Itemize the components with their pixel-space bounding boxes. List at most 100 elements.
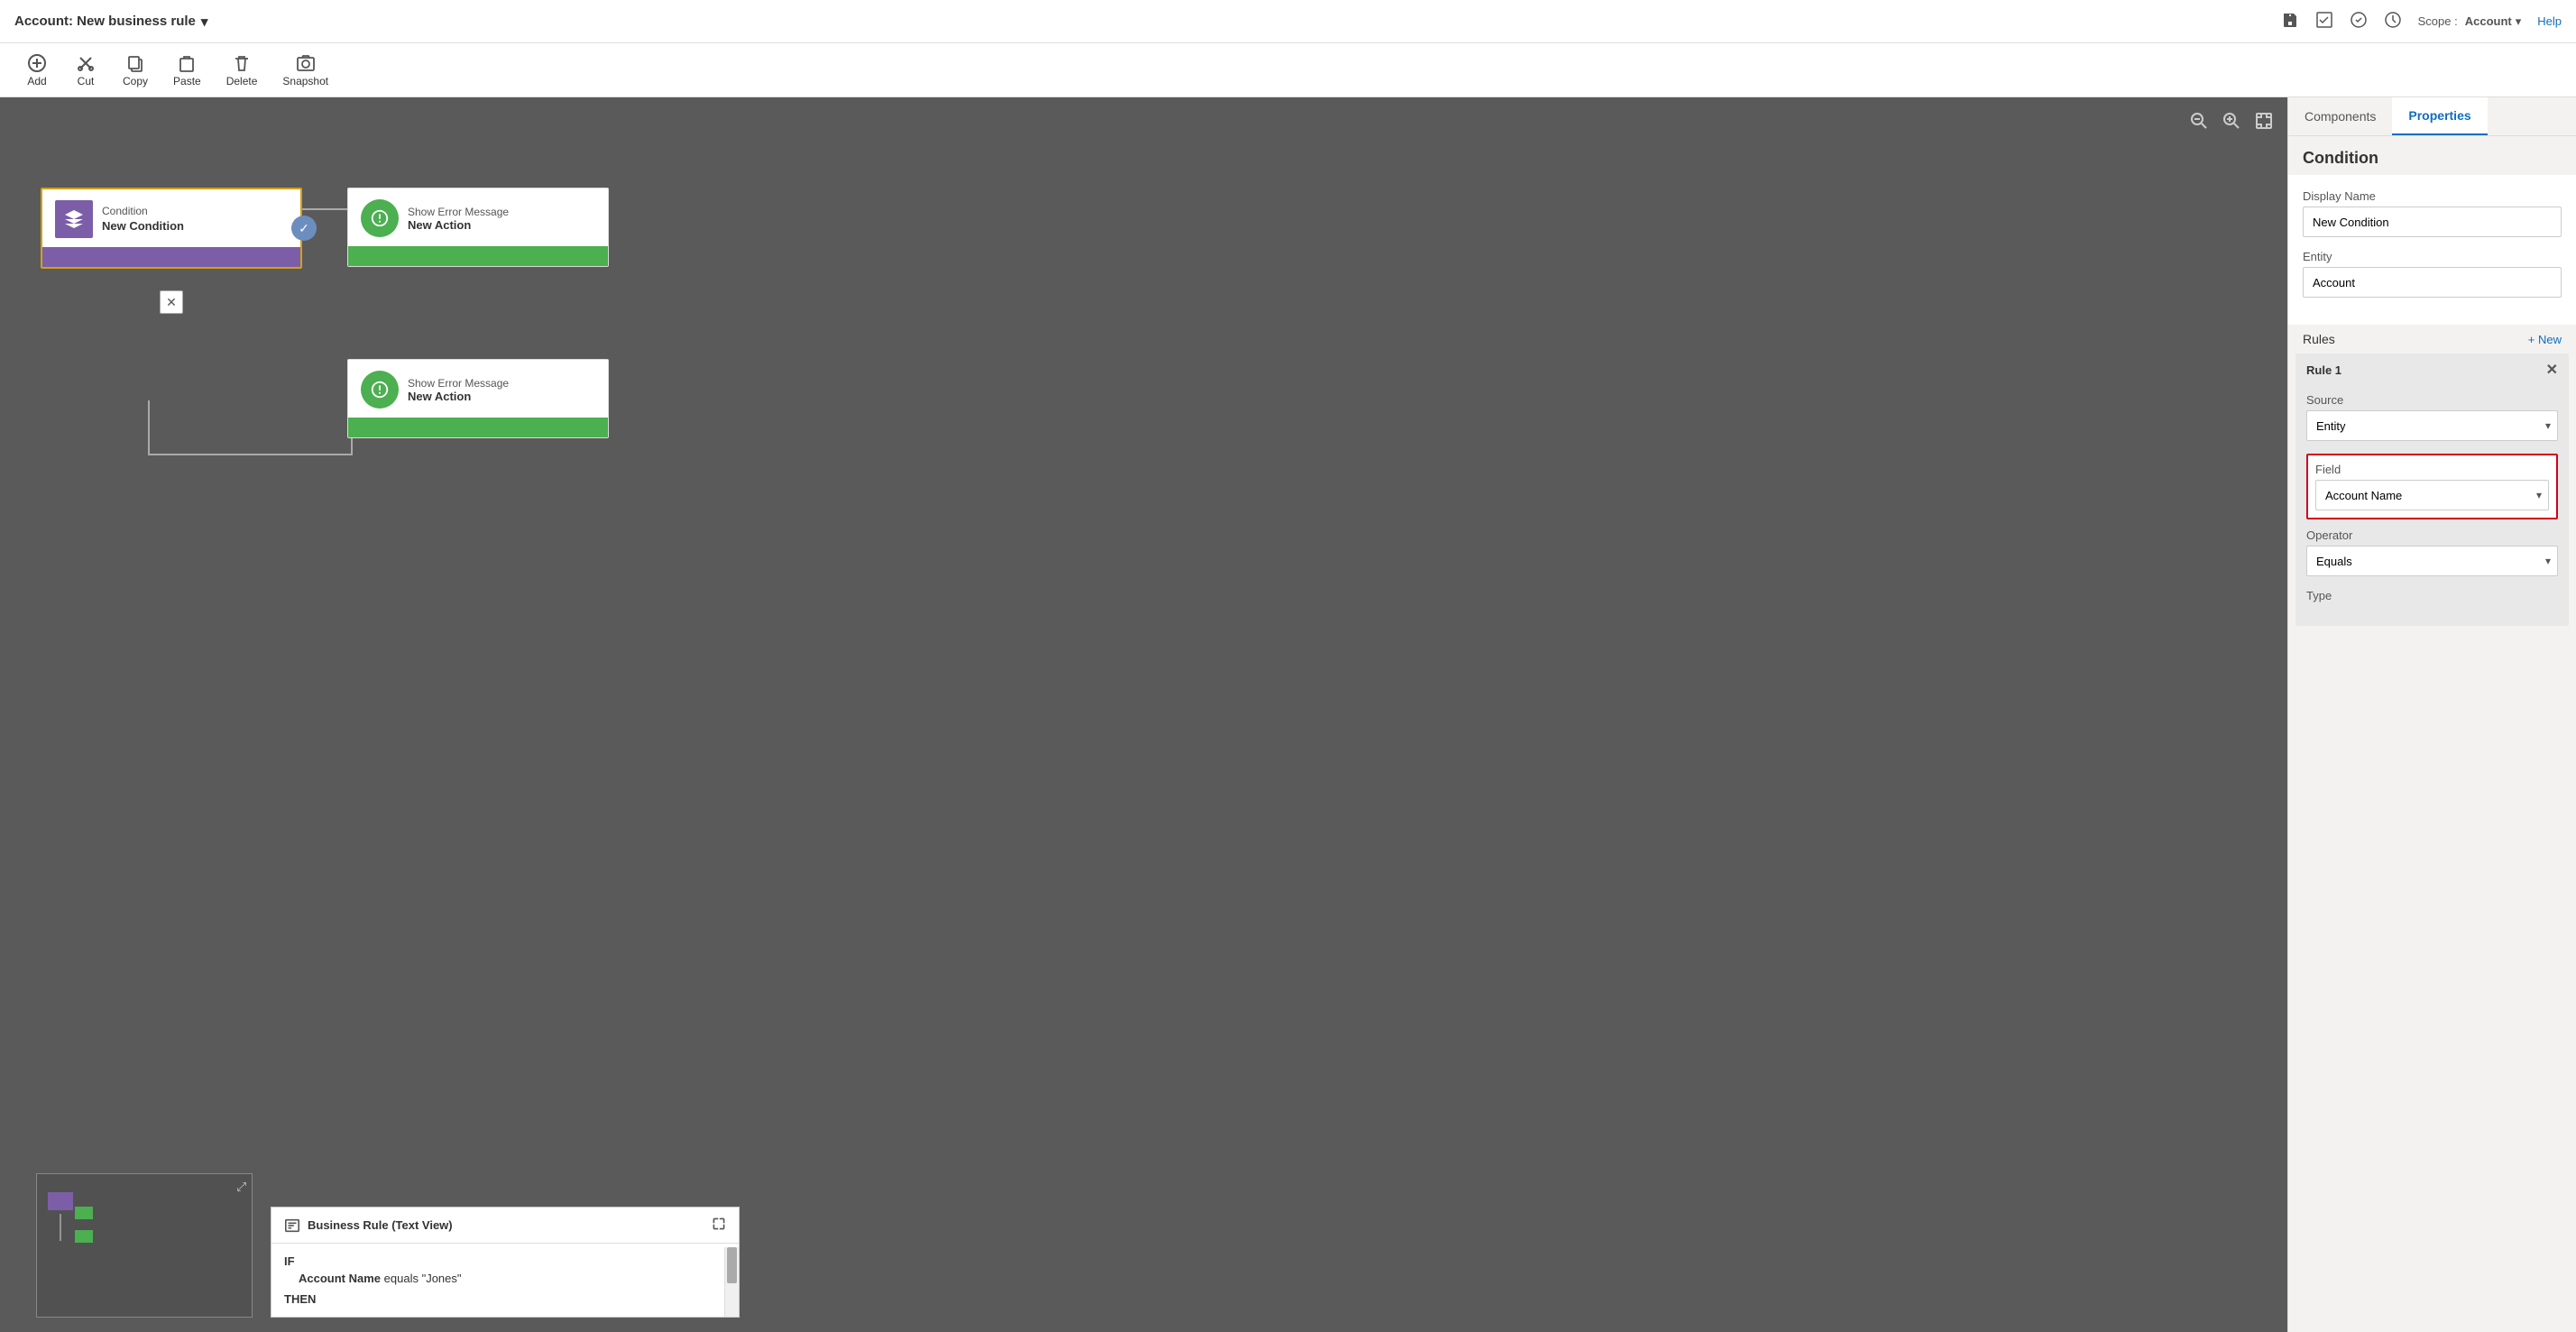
text-view-title: Business Rule (Text View) [308,1218,453,1232]
action-type-2: Show Error Message [408,377,509,390]
right-panel: Components Properties Condition Display … [2287,97,2576,1332]
condition-node[interactable]: Condition New Condition ✓ ✕ [41,188,302,269]
cut-button[interactable]: Cut [63,50,108,91]
delete-label: Delete [226,75,258,87]
condition-icon [55,200,93,238]
action-name-1: New Action [408,218,509,232]
source-label: Source [2306,393,2558,407]
delete-button[interactable]: Delete [216,50,269,91]
condition-op: equals [384,1272,422,1285]
text-view-scroll[interactable] [724,1247,739,1317]
condition-bar [42,247,300,267]
action-node-1[interactable]: Show Error Message New Action [347,188,609,267]
paste-label: Paste [173,75,201,87]
field-select-wrapper: Account Name ▾ [2315,480,2549,510]
connector-bottom [149,400,356,473]
copy-button[interactable]: Copy [112,50,159,91]
text-view-expand-button[interactable] [712,1217,726,1234]
display-name-group: Display Name [2303,189,2562,237]
scope-chevron-icon[interactable]: ▾ [2516,14,2522,29]
scope-text: Scope : [2418,14,2458,28]
condition-check-icon: ✓ [291,216,317,241]
cut-label: Cut [78,75,95,87]
condition-val: "Jones" [422,1272,462,1285]
entity-group: Entity [2303,250,2562,298]
zoom-out-button[interactable] [2186,108,2212,133]
field-group: Field Account Name ▾ [2306,454,2558,519]
mini-map: ⤢ [36,1173,253,1318]
action-bar-2 [348,418,608,437]
if-label: IF [284,1254,726,1268]
operator-select-wrapper: Equals ▾ [2306,546,2558,576]
type-label: Type [2306,589,2558,602]
source-select-wrapper: Entity ▾ [2306,410,2558,441]
action-text-1: Show Error Message New Action [408,206,509,232]
condition-text-line: Account Name equals "Jones" [284,1272,726,1285]
help-link[interactable]: Help [2537,14,2562,28]
snapshot-label: Snapshot [282,75,328,87]
activate-icon[interactable] [2350,11,2368,32]
text-view-panel: Business Rule (Text View) IF Account Nam… [271,1207,740,1318]
scope-label: Scope : Account ▾ [2418,14,2522,29]
condition-field: Account Name [299,1272,381,1285]
operator-label: Operator [2306,528,2558,542]
expand-canvas-button[interactable] [2251,108,2277,133]
history-icon[interactable] [2384,11,2402,32]
main-layout: Condition New Condition ✓ ✕ [0,97,2576,1332]
rule-label: Rule 1 [2306,363,2341,377]
action-type-1: Show Error Message [408,206,509,218]
panel-section-title: Condition [2288,136,2576,175]
mini-map-expand-button[interactable]: ⤢ [236,1180,246,1194]
entity-input[interactable] [2303,267,2562,298]
scope-value: Account [2465,14,2512,28]
tab-components-label: Components [2305,109,2376,124]
copy-label: Copy [123,75,148,87]
tab-properties-label: Properties [2408,108,2470,123]
action-header-1: Show Error Message New Action [348,188,608,246]
title-left: Account: New business rule ▾ [14,14,207,30]
panel-tabs: Components Properties [2288,97,2576,136]
text-view-header: Business Rule (Text View) [271,1208,739,1244]
rule-header: Rule 1 ✕ [2295,354,2569,386]
rule-close-button[interactable]: ✕ [2546,361,2558,379]
zoom-in-button[interactable] [2219,108,2244,133]
action-icon-2 [361,371,399,409]
condition-name: New Condition [102,218,184,234]
text-view-body: IF Account Name equals "Jones" THEN [271,1244,739,1317]
canvas-controls [2186,108,2277,133]
action-text-2: Show Error Message New Action [408,377,509,403]
tab-properties[interactable]: Properties [2392,97,2487,135]
canvas-area[interactable]: Condition New Condition ✓ ✕ [0,97,2287,1332]
entity-label: Entity [2303,250,2562,263]
display-name-label: Display Name [2303,189,2562,203]
panel-content: Display Name Entity [2288,175,2576,325]
condition-text: Condition New Condition [102,204,184,235]
action-header-2: Show Error Message New Action [348,360,608,418]
tab-components[interactable]: Components [2288,97,2392,135]
mini-connector [48,1214,120,1259]
page-title: Account: New business rule [14,14,196,29]
save-icon[interactable] [2281,11,2299,32]
display-name-input[interactable] [2303,207,2562,237]
action-name-2: New Action [408,390,509,403]
then-label: THEN [284,1292,726,1306]
action-node-2[interactable]: Show Error Message New Action [347,359,609,438]
condition-type: Condition [102,204,184,219]
operator-group: Operator Equals ▾ [2306,528,2558,576]
rule-body: Source Entity ▾ Field Account Name [2295,386,2569,626]
source-select[interactable]: Entity [2306,410,2558,441]
paste-button[interactable]: Paste [162,50,212,91]
field-select[interactable]: Account Name [2315,480,2549,510]
operator-select[interactable]: Equals [2306,546,2558,576]
add-button[interactable]: Add [14,50,60,91]
new-rule-link[interactable]: + New [2528,333,2562,346]
action-bar-1 [348,246,608,266]
validate-icon[interactable] [2315,11,2333,32]
title-chevron-icon[interactable]: ▾ [201,14,208,30]
rules-header: Rules + New [2288,325,2576,354]
title-right: Scope : Account ▾ Help [2281,11,2562,32]
toolbar: Add Cut Copy Paste Delete Snapshot [0,43,2576,97]
field-label: Field [2315,463,2549,476]
type-group: Type [2306,589,2558,602]
snapshot-button[interactable]: Snapshot [271,50,339,91]
